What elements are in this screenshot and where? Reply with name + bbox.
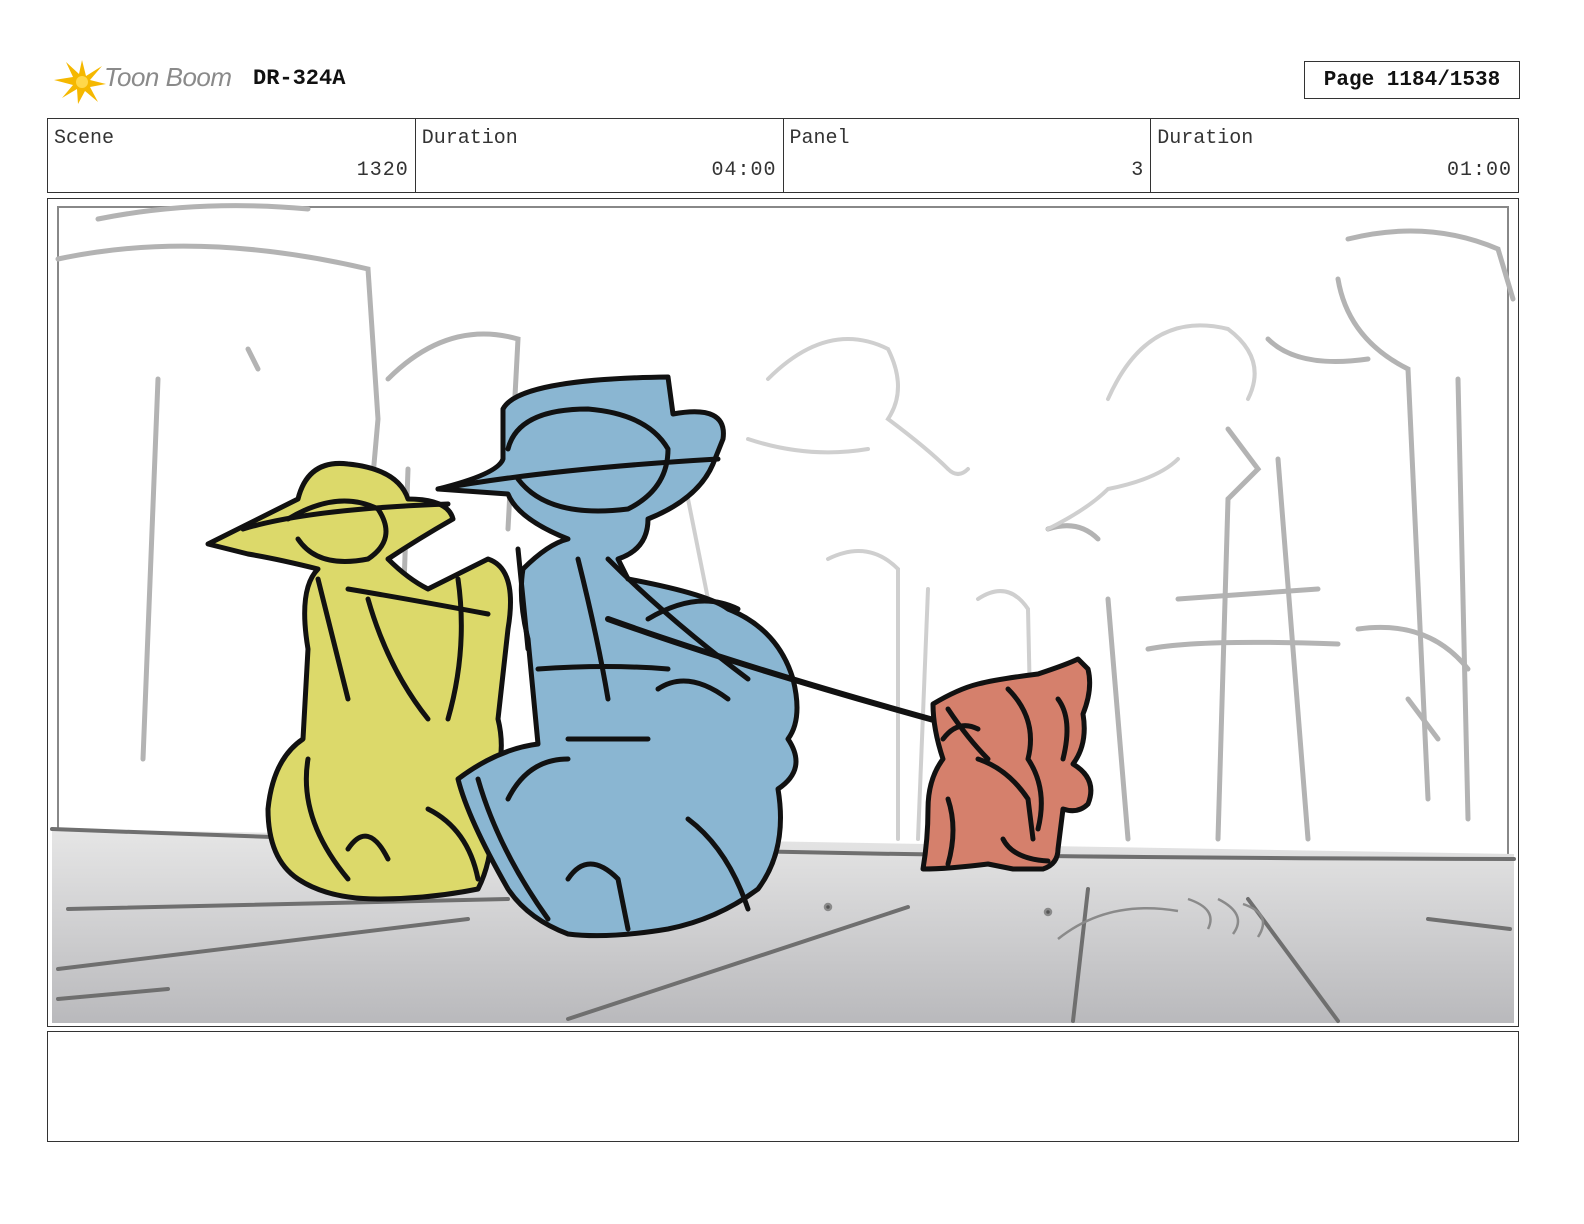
panel-sketch: [50, 203, 1516, 1023]
panel-value: 3: [1131, 159, 1145, 182]
scene-value: 1320: [356, 159, 409, 182]
scene-label: Scene: [54, 127, 115, 150]
panel-label: Panel: [789, 127, 850, 150]
storyboard-panel: [47, 198, 1519, 1027]
panel-duration-value: 01:00: [1446, 159, 1512, 182]
toon-boom-logo-icon: [54, 60, 106, 104]
storyboard-header: Toon Boom DR-324A Page 1184/1538: [48, 52, 1520, 108]
panel-duration-label: Duration: [1157, 127, 1254, 150]
panel-notes-box: [47, 1031, 1519, 1142]
panel-duration-cell: Duration 01:00: [1151, 119, 1518, 192]
page-number: Page 1184/1538: [1304, 61, 1520, 99]
scene-info-table: Scene 1320 Duration 04:00 Panel 3 Durati…: [47, 118, 1519, 193]
panel-cell: Panel 3: [784, 119, 1152, 192]
logo-text: Toon Boom: [104, 62, 232, 92]
scene-cell: Scene 1320: [48, 119, 416, 192]
project-code: DR-324A: [253, 66, 346, 91]
scene-duration-cell: Duration 04:00: [416, 119, 784, 192]
scene-duration-value: 04:00: [711, 159, 777, 182]
scene-duration-label: Duration: [421, 127, 518, 150]
